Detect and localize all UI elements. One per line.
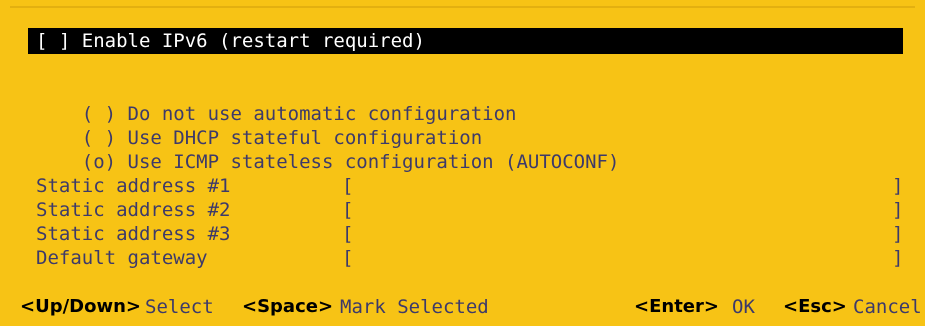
option-icmp-stateless[interactable]: (o) Use ICMP stateless configuration (AU… [36,126,620,173]
static-address-3-open-bracket: [ [342,223,354,245]
static-address-1-label: Static address #1 [36,175,231,197]
static-address-2-close-bracket: ] [892,199,904,221]
updown-key[interactable]: <Up/Down> [20,294,141,320]
enter-desc: OK [732,296,755,318]
space-desc: Mark Selected [340,296,489,318]
key-hint-bar: <Up/Down> Select <Space> Mark Selected <… [0,294,925,322]
static-address-3-close-bracket: ] [892,223,904,245]
dialog-top-border [10,6,915,8]
default-gateway-open-bracket: [ [342,247,354,269]
option-icmp-stateless-label: (o) Use ICMP stateless configuration (AU… [81,151,620,173]
static-address-1-close-bracket: ] [892,175,904,197]
static-address-3-label: Static address #3 [36,223,231,245]
static-address-2-open-bracket: [ [342,199,354,221]
default-gateway-label: Default gateway [36,247,208,269]
option-no-auto-config[interactable]: ( ) Do not use automatic configuration [36,78,517,125]
static-address-1-open-bracket: [ [342,175,354,197]
ipv6-configuration-dialog: [ ] Enable IPv6 (restart required) ( ) D… [0,0,925,326]
enable-ipv6-label: [ ] Enable IPv6 (restart required) [36,30,425,52]
static-address-2-label: Static address #2 [36,199,231,221]
option-dhcp-stateful[interactable]: ( ) Use DHCP stateful configuration [36,102,482,149]
updown-desc: Select [145,296,214,318]
space-key[interactable]: <Space> [242,294,333,320]
esc-desc: Cancel [853,296,922,318]
default-gateway-close-bracket: ] [892,247,904,269]
enable-ipv6-checkbox[interactable]: [ ] Enable IPv6 (restart required) [28,28,903,54]
esc-key[interactable]: <Esc> [783,294,847,320]
enter-key[interactable]: <Enter> [634,294,719,320]
